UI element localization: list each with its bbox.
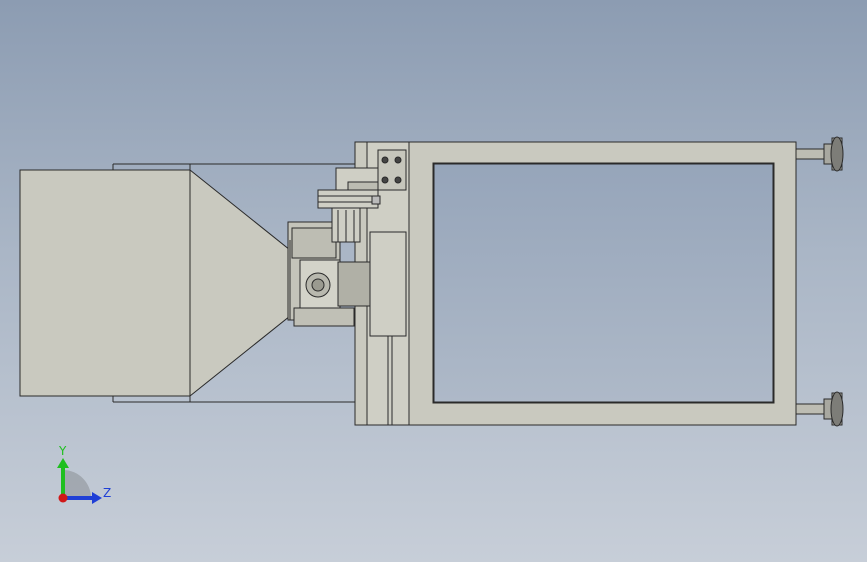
graphics-viewport[interactable]: Y Z (0, 0, 867, 562)
cad-model-view[interactable]: Y Z (0, 0, 867, 562)
hopper-outer-box (19, 169, 191, 397)
triad-plane-icon (63, 470, 91, 498)
triad-z-label: Z (103, 486, 111, 500)
coordinate-triad: Y Z (57, 444, 111, 504)
triad-y-label: Y (58, 444, 67, 458)
frame[interactable] (408, 141, 797, 426)
leveling-foot-bottom[interactable] (795, 391, 844, 427)
x-axis-icon (58, 493, 68, 503)
leveling-foot-top[interactable] (795, 136, 844, 172)
hopper-chute (189, 168, 301, 398)
